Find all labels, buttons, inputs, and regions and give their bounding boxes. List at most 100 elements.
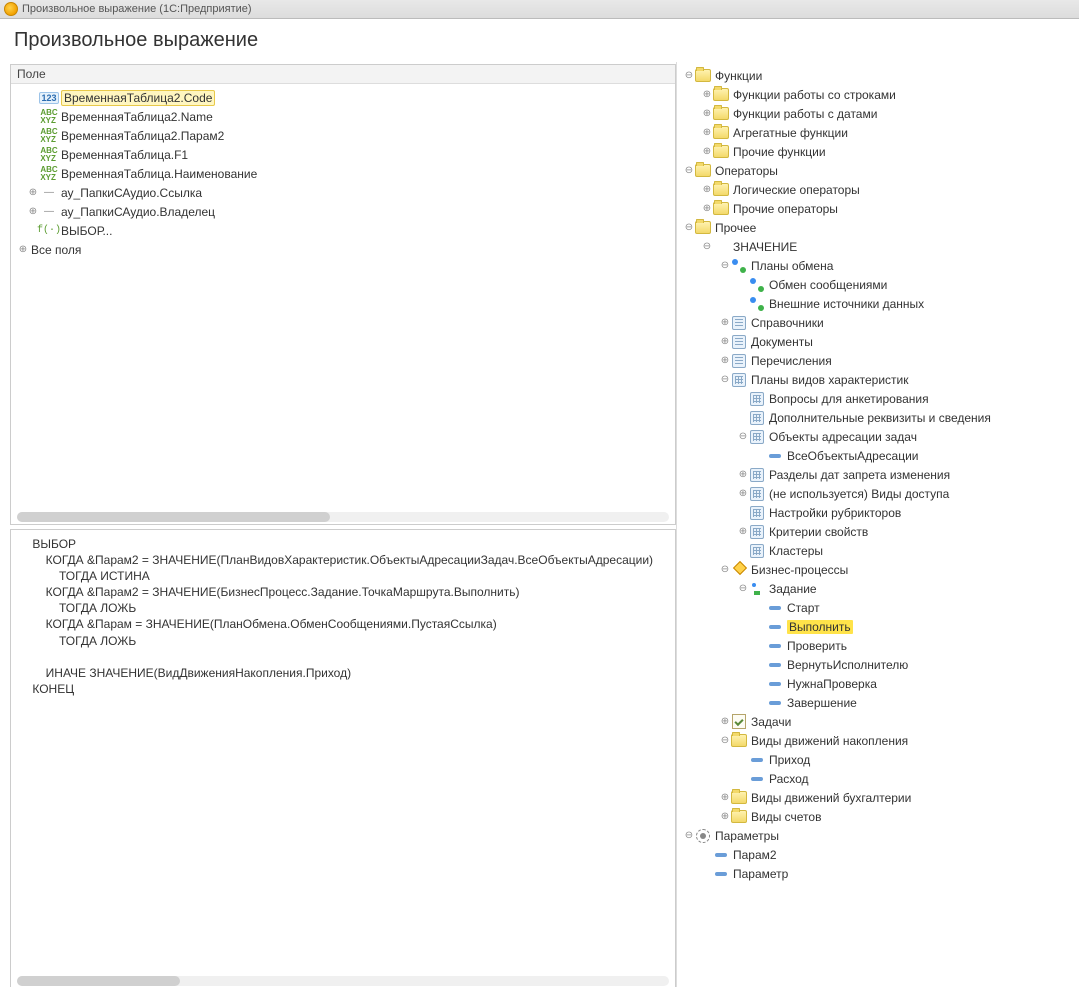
tree-node[interactable]: Обмен сообщениями (683, 275, 1075, 294)
tree-node[interactable]: Вопросы для анкетирования (683, 389, 1075, 408)
titlebar[interactable]: Произвольное выражение (1С:Предприятие) (0, 0, 1079, 19)
expand-icon[interactable]: ⊕ (17, 244, 29, 255)
horizontal-scrollbar[interactable] (17, 976, 669, 986)
tree-node[interactable]: ⊕Виды движений бухгалтерии (683, 788, 1075, 807)
tree-node[interactable]: ⊖Планы видов характеристик (683, 370, 1075, 389)
tree-node-misc[interactable]: ⊖Прочее (683, 218, 1075, 237)
expand-icon[interactable]: ⊕ (719, 716, 731, 727)
expand-icon[interactable]: ⊕ (701, 127, 713, 138)
tree-node[interactable]: ⊕Виды счетов (683, 807, 1075, 826)
field-row[interactable]: ⊕ — ау_ПапкиСАудио.Ссылка (17, 183, 669, 202)
tree-label: Выполнить (787, 620, 853, 634)
expand-icon[interactable]: ⊕ (701, 203, 713, 214)
grid-icon (749, 411, 765, 425)
collapse-icon[interactable]: ⊖ (719, 260, 731, 271)
expand-icon[interactable]: ⊕ (719, 792, 731, 803)
tree-node[interactable]: ⊕Агрегатные функции (683, 123, 1075, 142)
tree-node[interactable]: Кластеры (683, 541, 1075, 560)
tree-node[interactable]: ВсеОбъектыАдресации (683, 446, 1075, 465)
tree-node-functions[interactable]: ⊖Функции (683, 66, 1075, 85)
field-row[interactable]: ABCXYZ ВременнаяТаблица2.Парам2 (17, 126, 669, 145)
expand-icon[interactable]: ⊕ (719, 317, 731, 328)
tree-node[interactable]: ⊕ Разделы дат запрета изменения (683, 465, 1075, 484)
fields-tree[interactable]: 123 ВременнаяТаблица2.Code ABCXYZ Времен… (11, 84, 675, 525)
tree-node[interactable]: ВернутьИсполнителю (683, 655, 1075, 674)
exchange-plan-icon (731, 259, 747, 273)
tree-node[interactable]: ⊕(не используется) Виды доступа (683, 484, 1075, 503)
tree-label: Задание (769, 582, 817, 596)
tree-node[interactable]: ⊕Прочие функции (683, 142, 1075, 161)
tree-node[interactable]: Настройки рубрикторов (683, 503, 1075, 522)
collapse-icon[interactable]: ⊖ (719, 374, 731, 385)
collapse-icon[interactable]: ⊖ (683, 165, 695, 176)
collapse-icon[interactable]: ⊖ (683, 222, 695, 233)
tree-node[interactable]: ⊕Функции работы с датами (683, 104, 1075, 123)
tree-node[interactable]: Дополнительные реквизиты и сведения (683, 408, 1075, 427)
expand-icon[interactable]: ⊕ (737, 526, 749, 537)
tree-node[interactable]: ⊕Документы (683, 332, 1075, 351)
tree-node[interactable]: ⊕Критерии свойств (683, 522, 1075, 541)
folder-icon (695, 164, 711, 178)
tree-node[interactable]: Расход (683, 769, 1075, 788)
tree-node[interactable]: ⊕Справочники (683, 313, 1075, 332)
tree-node[interactable]: ⊕Функции работы со строками (683, 85, 1075, 104)
scrollbar-thumb[interactable] (17, 512, 330, 522)
tree-label: Разделы дат запрета изменения (769, 468, 950, 482)
expand-icon[interactable]: ⊕ (27, 206, 39, 217)
collapse-icon[interactable]: ⊖ (719, 735, 731, 746)
field-row[interactable]: ABCXYZ ВременнаяТаблица.Наименование (17, 164, 669, 183)
collapse-icon[interactable]: ⊖ (701, 241, 713, 252)
field-row[interactable]: ABCXYZ ВременнаяТаблица2.Name (17, 107, 669, 126)
field-row[interactable]: 123 ВременнаяТаблица2.Code (17, 88, 669, 107)
expand-icon[interactable]: ⊕ (719, 336, 731, 347)
expand-icon[interactable]: ⊕ (701, 146, 713, 157)
field-row[interactable]: f(·) ВЫБОР... (17, 221, 669, 240)
tree-node[interactable]: Внешние источники данных (683, 294, 1075, 313)
collapse-icon[interactable]: ⊖ (683, 70, 695, 81)
tree-node[interactable]: Приход (683, 750, 1075, 769)
tree-node[interactable]: НужнаПроверка (683, 674, 1075, 693)
collapse-icon[interactable]: ⊖ (737, 583, 749, 594)
collapse-icon[interactable]: ⊖ (737, 431, 749, 442)
tree-node-parameters[interactable]: ⊖Параметры (683, 826, 1075, 845)
expand-icon[interactable]: ⊕ (27, 187, 39, 198)
expand-icon[interactable]: ⊕ (701, 184, 713, 195)
tree-node[interactable]: Проверить (683, 636, 1075, 655)
all-fields-row[interactable]: ⊕ Все поля (17, 240, 669, 259)
tree-node[interactable]: ⊕Задачи (683, 712, 1075, 731)
expand-icon[interactable]: ⊕ (737, 488, 749, 499)
tree-node[interactable]: ⊕Перечисления (683, 351, 1075, 370)
string-type-icon: ABCXYZ (41, 129, 57, 143)
expression-editor[interactable]: ВЫБОР КОГДА &Парам2 = ЗНАЧЕНИЕ(ПланВидов… (11, 530, 675, 987)
tree-node[interactable]: ⊖Планы обмена (683, 256, 1075, 275)
tree-node-task[interactable]: ⊖ Задание (683, 579, 1075, 598)
dash-icon (767, 696, 783, 710)
spacer (27, 130, 39, 141)
tree-node[interactable]: Завершение (683, 693, 1075, 712)
tree-node[interactable]: ⊕Логические операторы (683, 180, 1075, 199)
expand-icon[interactable]: ⊕ (701, 108, 713, 119)
collapse-icon[interactable]: ⊖ (683, 830, 695, 841)
tree-node[interactable]: Параметр (683, 864, 1075, 883)
tree-node[interactable]: ⊕Прочие операторы (683, 199, 1075, 218)
palette-tree[interactable]: ⊖Функции ⊕Функции работы со строками ⊕Фу… (677, 62, 1079, 987)
expand-icon[interactable]: ⊕ (737, 469, 749, 480)
tree-node-operators[interactable]: ⊖Операторы (683, 161, 1075, 180)
tree-node[interactable]: Парам2 (683, 845, 1075, 864)
field-row[interactable]: ABCXYZ ВременнаяТаблица.F1 (17, 145, 669, 164)
tree-node-value[interactable]: ⊖ЗНАЧЕНИЕ (683, 237, 1075, 256)
collapse-icon[interactable]: ⊖ (719, 564, 731, 575)
horizontal-scrollbar[interactable] (17, 512, 669, 522)
string-type-icon: ABCXYZ (41, 148, 57, 162)
tree-label: Старт (787, 601, 820, 615)
tree-node[interactable]: ⊖Бизнес-процессы (683, 560, 1075, 579)
expand-icon[interactable]: ⊕ (719, 811, 731, 822)
tree-node[interactable]: ⊖Объекты адресации задач (683, 427, 1075, 446)
expand-icon[interactable]: ⊕ (719, 355, 731, 366)
scrollbar-thumb[interactable] (17, 976, 180, 986)
field-row[interactable]: ⊕ — ау_ПапкиСАудио.Владелец (17, 202, 669, 221)
tree-node-execute[interactable]: Выполнить (683, 617, 1075, 636)
tree-node[interactable]: ⊖Виды движений накопления (683, 731, 1075, 750)
tree-node[interactable]: Старт (683, 598, 1075, 617)
expand-icon[interactable]: ⊕ (701, 89, 713, 100)
